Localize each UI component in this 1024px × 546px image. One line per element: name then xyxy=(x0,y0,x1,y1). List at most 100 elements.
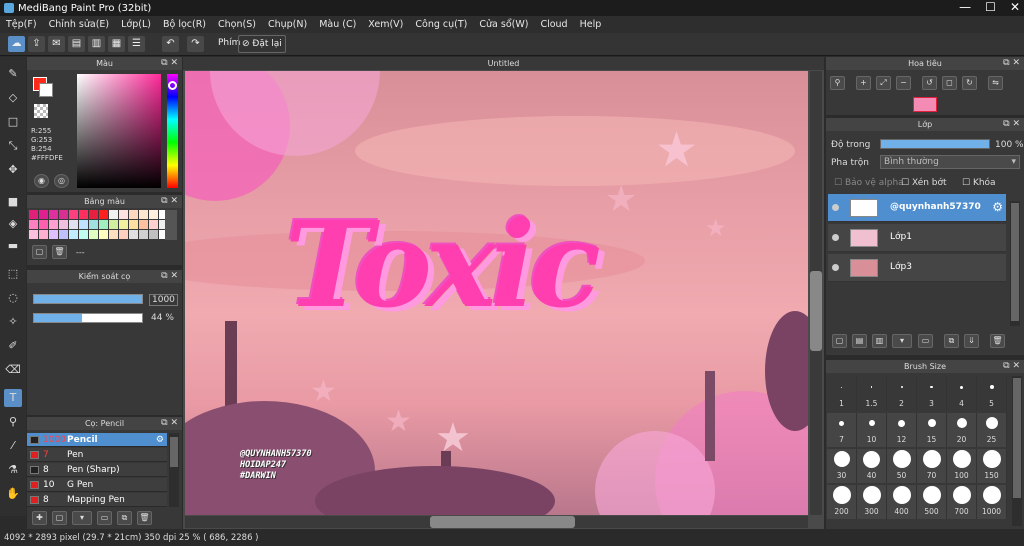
brush-size-option[interactable]: 4 xyxy=(947,377,977,411)
brush-size-option[interactable]: 25 xyxy=(977,413,1007,447)
visibility-eye-icon[interactable] xyxy=(832,234,839,241)
magic-wand-tool-icon[interactable]: ✧ xyxy=(4,313,22,331)
saturation-value-picker[interactable] xyxy=(77,74,161,188)
brush-size-option[interactable]: 40 xyxy=(857,449,887,483)
panel-close-icon[interactable]: ⧉ ✕ xyxy=(161,57,178,70)
document-tab[interactable]: Untitled xyxy=(183,57,824,70)
brush-size-option[interactable]: 700 xyxy=(947,485,977,519)
rotate-left-icon[interactable]: ↺ xyxy=(922,76,937,90)
layer-folder-icon[interactable]: ▭ xyxy=(918,334,933,348)
palette-swatch[interactable] xyxy=(49,220,58,229)
transparent-color-swatch[interactable] xyxy=(34,104,48,118)
menu-color[interactable]: Màu (C) xyxy=(313,19,362,30)
redo-icon[interactable]: ↷ xyxy=(187,36,204,52)
palette-swatch[interactable] xyxy=(109,220,118,229)
background-color-swatch[interactable] xyxy=(39,83,53,97)
list-icon[interactable]: ☰ xyxy=(128,36,145,52)
palette-swatch[interactable] xyxy=(79,210,88,219)
reset-button[interactable]: ⊘ Đặt lại xyxy=(238,35,286,53)
brush-size-option[interactable]: 1.5 xyxy=(857,377,887,411)
brush-size-option[interactable]: 70 xyxy=(917,449,947,483)
palette-swatch[interactable] xyxy=(69,220,78,229)
palette-swatch[interactable] xyxy=(109,230,118,239)
protect-alpha-checkbox[interactable]: ☐ Bảo vệ alpha xyxy=(834,178,904,188)
zoom-out-icon[interactable]: − xyxy=(896,76,911,90)
palette-swatch[interactable] xyxy=(59,230,68,239)
brush-size-scrollbar[interactable] xyxy=(1012,376,1022,526)
palette-scrollbar[interactable] xyxy=(165,210,177,240)
palette-swatch[interactable] xyxy=(69,210,78,219)
menu-window[interactable]: Cửa sổ(W) xyxy=(473,19,534,30)
brush-size-option[interactable]: 20 xyxy=(947,413,977,447)
brush-opacity-slider[interactable] xyxy=(33,313,143,323)
palette-swatch[interactable] xyxy=(79,230,88,239)
dot-tool-icon[interactable]: □ xyxy=(4,113,22,131)
fill-rect-tool-icon[interactable]: ■ xyxy=(4,193,22,211)
brush-size-option[interactable]: 150 xyxy=(977,449,1007,483)
palette-swatch[interactable] xyxy=(99,230,108,239)
layer-opacity-slider[interactable] xyxy=(880,139,990,149)
rotate-right-icon[interactable]: ↻ xyxy=(962,76,977,90)
brush-item[interactable]: 7 Pen xyxy=(27,448,167,462)
palette-swatch[interactable] xyxy=(149,220,158,229)
clip-checkbox[interactable]: ☐ Xén bớt xyxy=(901,178,947,188)
color-picker-icon[interactable]: ◎ xyxy=(54,174,69,188)
palette-swatch[interactable] xyxy=(149,210,158,219)
palette-swatch[interactable] xyxy=(79,220,88,229)
text-tool-icon[interactable]: T xyxy=(4,389,22,407)
brush-list-scrollbar[interactable] xyxy=(169,433,179,507)
palette-swatch[interactable] xyxy=(39,210,48,219)
palette-swatch[interactable] xyxy=(29,230,38,239)
panel-close-icon[interactable]: ⧉ ✕ xyxy=(1003,118,1020,131)
menu-filter[interactable]: Bộ lọc(R) xyxy=(157,19,212,30)
hue-handle[interactable] xyxy=(168,81,177,90)
brush-item[interactable]: 8 Mapping Pen xyxy=(27,493,167,507)
flip-icon[interactable]: ⇋ xyxy=(988,76,1003,90)
duplicate-layer-icon[interactable]: ⧉ xyxy=(944,334,959,348)
page-icon[interactable]: ▥ xyxy=(88,36,105,52)
vertical-scrollbar[interactable] xyxy=(810,71,822,515)
undo-icon[interactable]: ↶ xyxy=(162,36,179,52)
brush-size-option[interactable]: 1000 xyxy=(977,485,1007,519)
merge-layer-icon[interactable]: ⇓ xyxy=(964,334,979,348)
menu-tools[interactable]: Công cụ(T) xyxy=(409,19,473,30)
comment-icon[interactable]: ✉ xyxy=(48,36,65,52)
horizontal-scrollbar[interactable] xyxy=(185,516,808,528)
palette-swatch[interactable] xyxy=(89,210,98,219)
brush-size-slider[interactable] xyxy=(33,294,143,304)
eraser-tool-icon[interactable]: ◇ xyxy=(4,89,22,107)
upload-icon[interactable]: ⇪ xyxy=(28,36,45,52)
brush-size-option[interactable]: 1 xyxy=(827,377,857,411)
menu-view[interactable]: Xem(V) xyxy=(362,19,409,30)
divide-tool-icon[interactable]: ⁄ xyxy=(4,437,22,455)
menu-layer[interactable]: Lớp(L) xyxy=(115,19,157,30)
navigator-thumbnail[interactable] xyxy=(913,97,937,112)
panel-close-icon[interactable]: ⧉ ✕ xyxy=(161,270,178,283)
layer-row[interactable]: Lớp1 xyxy=(828,224,1006,252)
brush-item[interactable]: 10 G Pen xyxy=(27,478,167,492)
palette-swatch[interactable] xyxy=(139,220,148,229)
color-wheel-icon[interactable]: ◉ xyxy=(34,174,49,188)
brush-size-option[interactable]: 200 xyxy=(827,485,857,519)
panel-close-icon[interactable]: ⧉ ✕ xyxy=(161,417,178,430)
select-tool-icon[interactable]: ⬚ xyxy=(4,265,22,283)
palette-swatch[interactable] xyxy=(39,220,48,229)
palette-swatch[interactable] xyxy=(129,210,138,219)
brush-size-option[interactable]: 50 xyxy=(887,449,917,483)
palette-swatch[interactable] xyxy=(99,220,108,229)
move-tool-icon[interactable]: ✥ xyxy=(4,161,22,179)
brush-size-option[interactable]: 5 xyxy=(977,377,1007,411)
close-button[interactable]: ✕ xyxy=(1010,0,1020,14)
palette-swatch[interactable] xyxy=(119,210,128,219)
delete-layer-icon[interactable]: 🗑 xyxy=(990,334,1005,348)
brush-size-option[interactable]: 3 xyxy=(917,377,947,411)
select-pen-tool-icon[interactable]: ✐ xyxy=(4,337,22,355)
brush-settings-icon[interactable]: ⚙ xyxy=(156,433,164,447)
layer-settings-icon[interactable]: ⚙ xyxy=(992,200,1003,214)
brush-size-option[interactable]: 100 xyxy=(947,449,977,483)
lock-checkbox[interactable]: ☐ Khóa xyxy=(962,178,996,188)
palette-swatch[interactable] xyxy=(69,230,78,239)
blend-mode-select[interactable]: Bình thường ▾ xyxy=(880,155,1020,169)
gradient-tool-icon[interactable]: ▬ xyxy=(4,237,22,255)
menu-select[interactable]: Chọn(S) xyxy=(212,19,262,30)
